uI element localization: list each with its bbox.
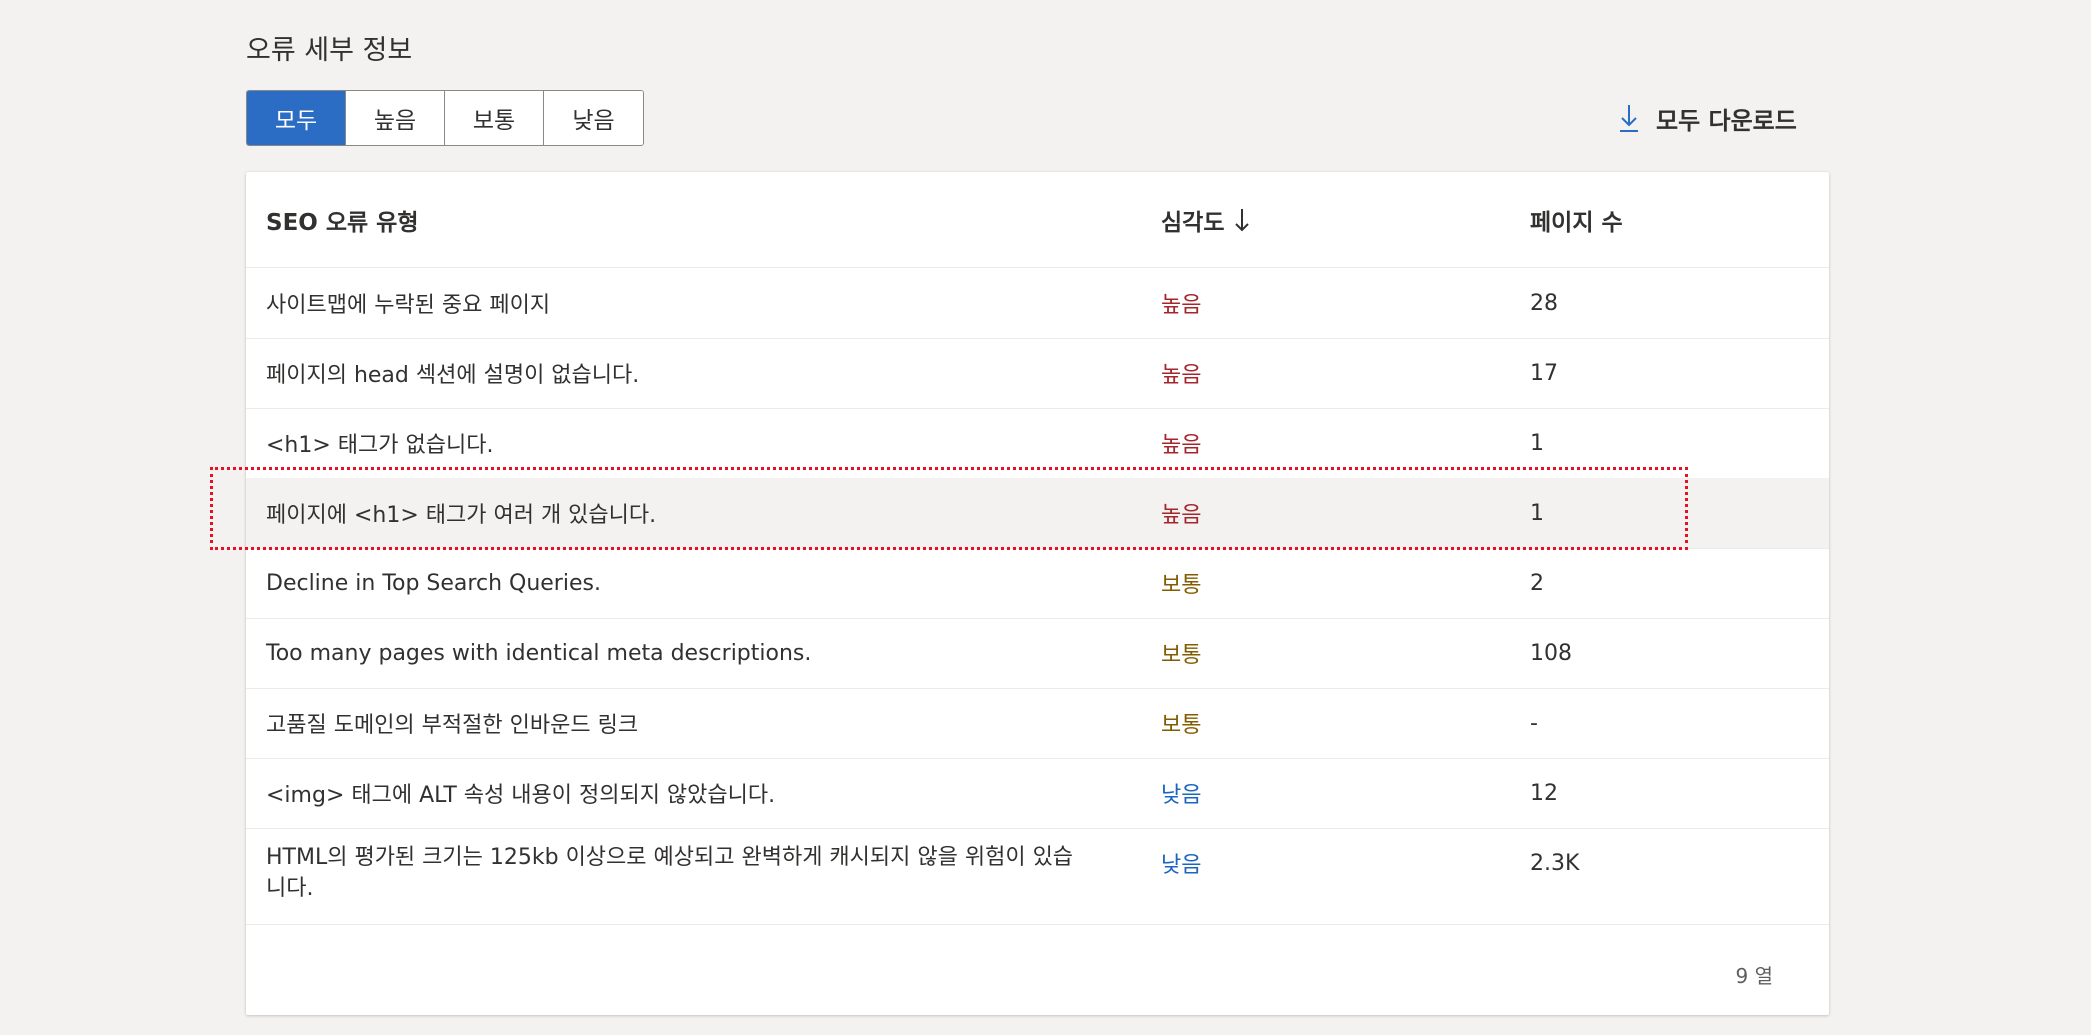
filter-all-button[interactable]: 모두	[247, 91, 346, 145]
filter-low-button[interactable]: 낮음	[544, 91, 643, 145]
severity-cell: 높음	[1161, 293, 1202, 318]
page-count-cell: 1	[1530, 500, 1544, 526]
table-row[interactable]: HTML의 평가된 크기는 125kb 이상으로 예상되고 완벽하게 캐시되지 …	[246, 828, 1829, 925]
page-count-cell: 17	[1530, 360, 1558, 386]
download-icon	[1618, 103, 1640, 133]
seo-errors-table: SEO 오류 유형 심각도 페이지 수 사이트맵에 누락된 중요 페이지 높음 …	[246, 172, 1829, 1015]
table-row[interactable]: Decline in Top Search Queries. 보통 2	[246, 548, 1829, 619]
error-type-cell: <img> 태그에 ALT 속성 내용이 정의되지 않았습니다.	[266, 783, 776, 808]
severity-filter-group: 모두 높음 보통 낮음	[246, 90, 644, 146]
error-type-cell: Decline in Top Search Queries.	[266, 570, 601, 596]
error-type-cell: 페이지에 <h1> 태그가 여러 개 있습니다.	[266, 503, 657, 528]
download-all-button[interactable]: 모두 다운로드	[1618, 96, 1797, 140]
section-title: 오류 세부 정보	[246, 35, 413, 66]
table-row-selected[interactable]: 페이지에 <h1> 태그가 여러 개 있습니다. 높음 1	[246, 478, 1829, 549]
arrow-down-icon	[1234, 207, 1250, 233]
column-header-severity-label: 심각도	[1161, 209, 1225, 236]
page-count-cell: 2	[1530, 570, 1544, 596]
table-row[interactable]: Too many pages with identical meta descr…	[246, 618, 1829, 689]
table-row[interactable]: <img> 태그에 ALT 속성 내용이 정의되지 않았습니다. 낮음 12	[246, 758, 1829, 829]
page-count-cell: 108	[1530, 640, 1572, 666]
error-type-cell: <h1> 태그가 없습니다.	[266, 433, 494, 458]
table-row[interactable]: 페이지의 head 섹션에 설명이 없습니다. 높음 17	[246, 338, 1829, 409]
filter-medium-button[interactable]: 보통	[445, 91, 544, 145]
page-count-cell: 28	[1530, 290, 1558, 316]
error-type-cell: 고품질 도메인의 부적절한 인바운드 링크	[266, 713, 639, 738]
severity-cell: 높음	[1161, 503, 1202, 528]
severity-cell: 낮음	[1161, 853, 1202, 878]
seo-error-details-page: 오류 세부 정보 모두 높음 보통 낮음 모두 다운로드 SEO 오류 유형 심…	[0, 0, 2091, 1035]
table-header: SEO 오류 유형 심각도 페이지 수	[246, 172, 1829, 268]
severity-cell: 보통	[1161, 643, 1202, 668]
page-count-cell: -	[1530, 710, 1538, 736]
severity-cell: 높음	[1161, 433, 1202, 458]
page-count-cell: 12	[1530, 780, 1558, 806]
severity-cell: 보통	[1161, 573, 1202, 598]
severity-cell: 보통	[1161, 713, 1202, 738]
error-type-cell: 사이트맵에 누락된 중요 페이지	[266, 293, 551, 318]
severity-cell: 낮음	[1161, 783, 1202, 808]
column-header-severity[interactable]: 심각도	[1161, 172, 1250, 267]
table-row[interactable]: 고품질 도메인의 부적절한 인바운드 링크 보통 -	[246, 688, 1829, 759]
column-header-page-count[interactable]: 페이지 수	[1530, 172, 1623, 267]
row-count-label: 9 열	[1735, 964, 1773, 988]
download-all-label: 모두 다운로드	[1656, 106, 1797, 135]
page-count-cell: 2.3K	[1530, 850, 1580, 876]
error-type-cell: 페이지의 head 섹션에 설명이 없습니다.	[266, 363, 640, 388]
filter-high-button[interactable]: 높음	[346, 91, 445, 145]
column-header-error-type[interactable]: SEO 오류 유형	[266, 172, 418, 267]
page-count-cell: 1	[1530, 430, 1544, 456]
error-type-cell: HTML의 평가된 크기는 125kb 이상으로 예상되고 완벽하게 캐시되지 …	[266, 845, 1074, 901]
table-row[interactable]: 사이트맵에 누락된 중요 페이지 높음 28	[246, 268, 1829, 339]
severity-cell: 높음	[1161, 363, 1202, 388]
table-row[interactable]: <h1> 태그가 없습니다. 높음 1	[246, 408, 1829, 479]
error-type-cell: Too many pages with identical meta descr…	[266, 640, 812, 666]
